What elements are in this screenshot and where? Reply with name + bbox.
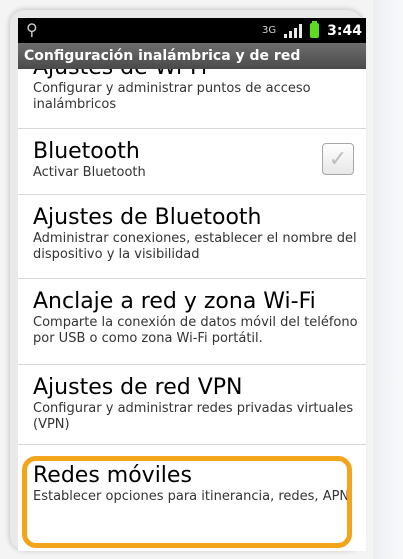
check-icon: ✓ bbox=[328, 146, 348, 172]
usb-icon: ⚲ bbox=[26, 20, 38, 39]
list-item-title: Redes móviles bbox=[33, 463, 192, 488]
list-item-title: Ajustes de Bluetooth bbox=[33, 205, 262, 230]
network-type-label: 3G bbox=[262, 24, 277, 36]
list-item-summary: Activar Bluetooth bbox=[33, 165, 146, 180]
list-item-summary: Establecer opciones para itinerancia, re… bbox=[33, 489, 350, 504]
list-item-title: Ajustes de red VPN bbox=[33, 375, 243, 400]
signal-icon bbox=[284, 23, 303, 38]
list-item-summary: Administrar conexiones, establecer el no… bbox=[33, 231, 357, 262]
page-title-text: Configuración inalámbrica y de red bbox=[24, 48, 301, 64]
list-item-vpn-settings[interactable]: Ajustes de red VPN Configurar y administ… bbox=[18, 365, 366, 445]
list-item-title: Bluetooth bbox=[33, 139, 140, 164]
list-item-mobile-networks[interactable]: Redes móviles Establecer opciones para i… bbox=[18, 445, 366, 537]
status-bar: ⚲ 3G 3:44 bbox=[18, 18, 366, 43]
settings-list: Ajustes de Wi-Fi Configurar y administra… bbox=[18, 69, 366, 551]
list-item-summary: Configurar y administrar puntos de acces… bbox=[33, 81, 311, 112]
status-time: 3:44 bbox=[327, 22, 362, 39]
page-title: Configuración inalámbrica y de red bbox=[18, 43, 366, 69]
battery-icon bbox=[310, 21, 320, 38]
list-item-summary: Comparte la conexión de datos móvil del … bbox=[33, 315, 358, 346]
background-strip bbox=[373, 0, 403, 559]
phone-screen: ⚲ 3G 3:44 Configuración inalámbrica y de… bbox=[18, 18, 366, 551]
list-item-wifi-settings[interactable]: Ajustes de Wi-Fi Configurar y administra… bbox=[18, 69, 366, 129]
bluetooth-checkbox[interactable]: ✓ bbox=[322, 143, 354, 175]
list-item-tethering[interactable]: Anclaje a red y zona Wi-Fi Comparte la c… bbox=[18, 279, 366, 365]
list-item-bluetooth[interactable]: Bluetooth Activar Bluetooth ✓ bbox=[18, 129, 366, 195]
list-item-title: Anclaje a red y zona Wi-Fi bbox=[33, 289, 316, 314]
list-item-title: Ajustes de Wi-Fi bbox=[33, 69, 366, 81]
status-icons: 3G 3:44 bbox=[262, 20, 362, 41]
list-item-bluetooth-settings[interactable]: Ajustes de Bluetooth Administrar conexio… bbox=[18, 195, 366, 279]
list-item-summary: Configurar y administrar redes privadas … bbox=[33, 401, 354, 432]
